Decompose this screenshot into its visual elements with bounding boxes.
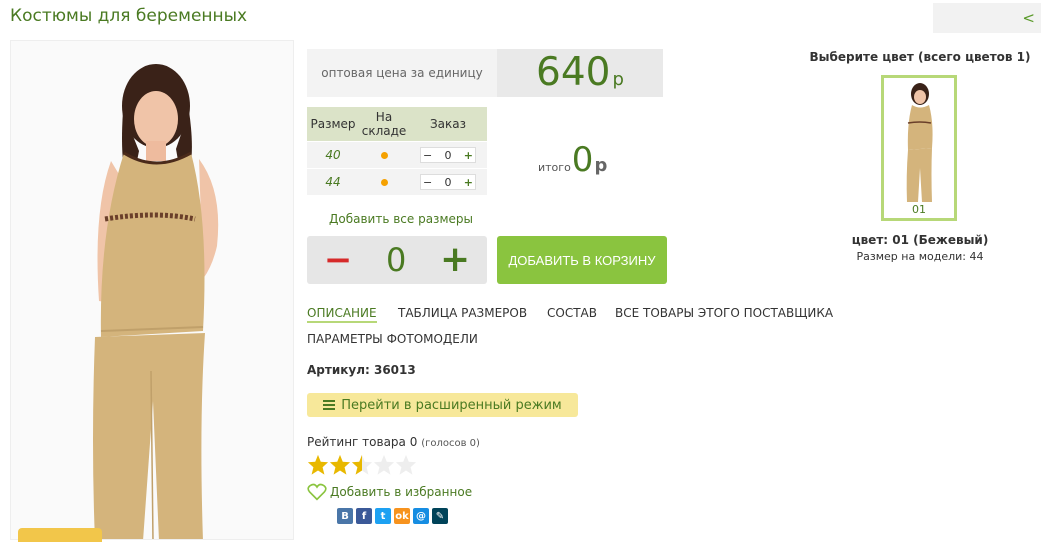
color-swatch[interactable]: 01 xyxy=(881,75,957,221)
add-all-sizes-link[interactable]: Добавить все размеры xyxy=(329,212,473,226)
rating-votes: (голосов 0) xyxy=(421,438,480,449)
add-to-cart-button[interactable]: ДОБАВИТЬ В КОРЗИНУ xyxy=(497,236,667,284)
facebook-share-icon[interactable]: f xyxy=(356,508,372,524)
quantity-increase-button[interactable]: + xyxy=(440,242,470,278)
odnoklassniki-share-icon[interactable]: ok xyxy=(394,508,410,524)
stock-cell xyxy=(359,168,409,195)
product-rating: Рейтинг товара 0 (голосов 0) xyxy=(307,435,480,449)
add-to-favorites-link[interactable]: Добавить в избранное xyxy=(307,483,472,501)
tab-supplier-products[interactable]: ВСЕ ТОВАРЫ ЭТОГО ПОСТАВЩИКА xyxy=(615,306,833,320)
rating-star-icon[interactable] xyxy=(351,454,373,476)
product-photo[interactable] xyxy=(10,40,294,540)
tab-model-params[interactable]: ПАРАМЕТРЫ ФОТОМОДЕЛИ xyxy=(307,332,478,346)
sizes-table: Размер На складе Заказ 40 − 0 + 44 − 0 + xyxy=(307,107,487,195)
size-qty-stepper[interactable]: − 0 + xyxy=(420,174,476,190)
extended-mode-button[interactable]: Перейти в расширенный режим xyxy=(307,393,578,417)
page-title: Костюмы для беременных xyxy=(10,6,248,26)
sku-label: Артикул: 36013 xyxy=(307,363,416,377)
list-icon xyxy=(323,400,336,410)
order-cell: − 0 + xyxy=(409,141,487,169)
table-row: 44 − 0 + xyxy=(307,168,487,195)
back-button[interactable]: < xyxy=(933,3,1041,33)
heart-icon xyxy=(307,483,327,501)
rating-star-icon[interactable] xyxy=(307,454,329,476)
rating-star-icon[interactable] xyxy=(395,454,417,476)
tab-size-chart[interactable]: ТАБЛИЦА РАЗМЕРОВ xyxy=(398,306,527,320)
vk-share-icon[interactable]: B xyxy=(337,508,353,524)
total-currency: р xyxy=(594,155,608,176)
tab-composition[interactable]: СОСТАВ xyxy=(547,306,597,320)
size-header: Размер xyxy=(307,107,359,142)
order-header: Заказ xyxy=(409,107,487,142)
total-label: итого xyxy=(538,161,571,174)
tab-description[interactable]: ОПИСАНИЕ xyxy=(307,306,377,323)
order-total: итого 0 р xyxy=(538,140,607,180)
livejournal-share-icon[interactable]: ✎ xyxy=(432,508,448,524)
swatch-thumbnail xyxy=(906,83,933,202)
model-illustration xyxy=(11,41,293,539)
size-qty-stepper[interactable]: − 0 + xyxy=(420,147,476,163)
order-cell: − 0 + xyxy=(409,168,487,195)
selected-color-name: цвет: 01 (Бежевый) xyxy=(851,233,989,247)
table-row: 40 − 0 + xyxy=(307,141,487,169)
decrease-button[interactable]: − xyxy=(423,176,432,189)
increase-button[interactable]: + xyxy=(464,176,473,189)
stock-header: На складе xyxy=(359,107,409,142)
in-stock-dot-icon xyxy=(380,152,388,159)
increase-button[interactable]: + xyxy=(464,149,473,162)
quantity-stepper: − 0 + xyxy=(307,236,487,284)
price-value-box: 640 р xyxy=(497,49,663,97)
price-label: оптовая цена за единицу xyxy=(321,66,483,80)
price-currency: р xyxy=(612,69,624,90)
quantity-value[interactable]: 0 xyxy=(386,241,406,279)
size-cell: 40 xyxy=(307,141,359,169)
stock-cell xyxy=(359,141,409,169)
rating-label: Рейтинг товара 0 xyxy=(307,435,418,449)
rating-stars[interactable] xyxy=(307,454,417,476)
rating-star-icon[interactable] xyxy=(373,454,395,476)
favorite-label: Добавить в избранное xyxy=(330,485,473,499)
color-picker-title: Выберите цвет (всего цветов 1) xyxy=(809,50,1031,64)
in-stock-dot-icon xyxy=(380,179,388,186)
size-cell: 44 xyxy=(307,168,359,195)
decrease-button[interactable]: − xyxy=(423,149,432,162)
rating-star-icon[interactable] xyxy=(329,454,351,476)
size-qty-value[interactable]: 0 xyxy=(445,176,452,189)
quantity-decrease-button[interactable]: − xyxy=(324,243,353,277)
total-value: 0 xyxy=(571,140,594,180)
extended-mode-label: Перейти в расширенный режим xyxy=(341,397,562,413)
swatch-label: 01 xyxy=(912,203,926,216)
size-qty-value[interactable]: 0 xyxy=(445,149,452,162)
model-size-label: Размер на модели: 44 xyxy=(856,250,984,263)
share-buttons: Bf t ok @ ✎ xyxy=(337,508,448,524)
twitter-share-icon[interactable]: t xyxy=(375,508,391,524)
mailru-share-icon[interactable]: @ xyxy=(413,508,429,524)
price-value: 640 xyxy=(536,50,611,95)
